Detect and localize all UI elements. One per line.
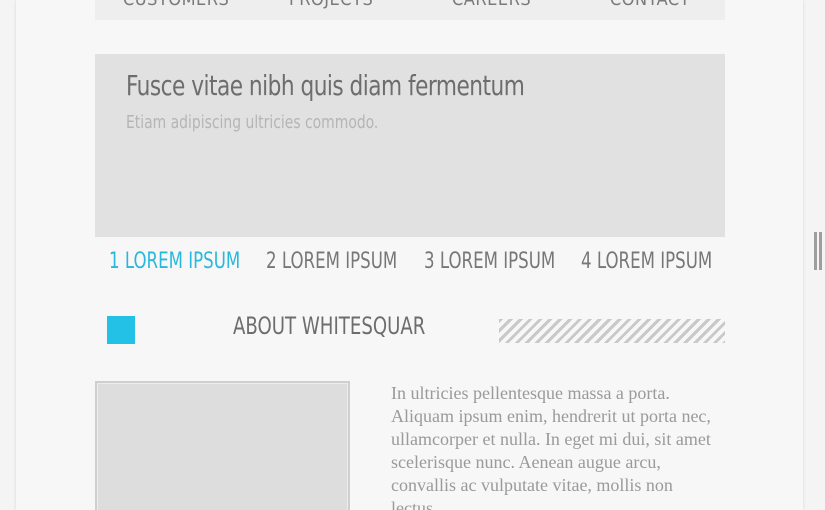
tab-4-lorem-ipsum[interactable]: 4 LOREM IPSUM xyxy=(581,249,712,274)
tab-3-lorem-ipsum[interactable]: 3 LOREM IPSUM xyxy=(424,249,555,274)
hatch-divider xyxy=(499,319,725,343)
about-text: In ultricies pellentesque massa a porta.… xyxy=(391,383,711,510)
top-navigation: CUSTOMERS PROJECTS CAREERS CONTACT xyxy=(95,0,725,20)
tab-2-lorem-ipsum[interactable]: 2 LOREM IPSUM xyxy=(266,249,397,274)
hero-subtitle: Etiam adipiscing ultricies commodo. xyxy=(126,112,379,133)
nav-item-careers[interactable]: CAREERS xyxy=(452,0,531,10)
scroll-handle[interactable] xyxy=(812,232,824,270)
scroll-handle-bar xyxy=(814,232,817,270)
page-container: CUSTOMERS PROJECTS CAREERS CONTACT Fusce… xyxy=(16,0,803,510)
nav-item-projects[interactable]: PROJECTS xyxy=(289,0,373,10)
section-square-icon xyxy=(107,316,135,344)
hero-title: Fusce vitae nibh quis diam fermentum xyxy=(126,69,525,102)
scroll-handle-bar xyxy=(819,232,822,270)
nav-item-customers[interactable]: CUSTOMERS xyxy=(123,0,229,10)
image-placeholder xyxy=(95,381,350,510)
tab-1-lorem-ipsum[interactable]: 1 LOREM IPSUM xyxy=(109,249,240,274)
hero-banner: Fusce vitae nibh quis diam fermentum Eti… xyxy=(95,54,725,237)
section-title: ABOUT WHITESQUAR xyxy=(233,312,426,340)
nav-item-contact[interactable]: CONTACT xyxy=(610,0,690,10)
